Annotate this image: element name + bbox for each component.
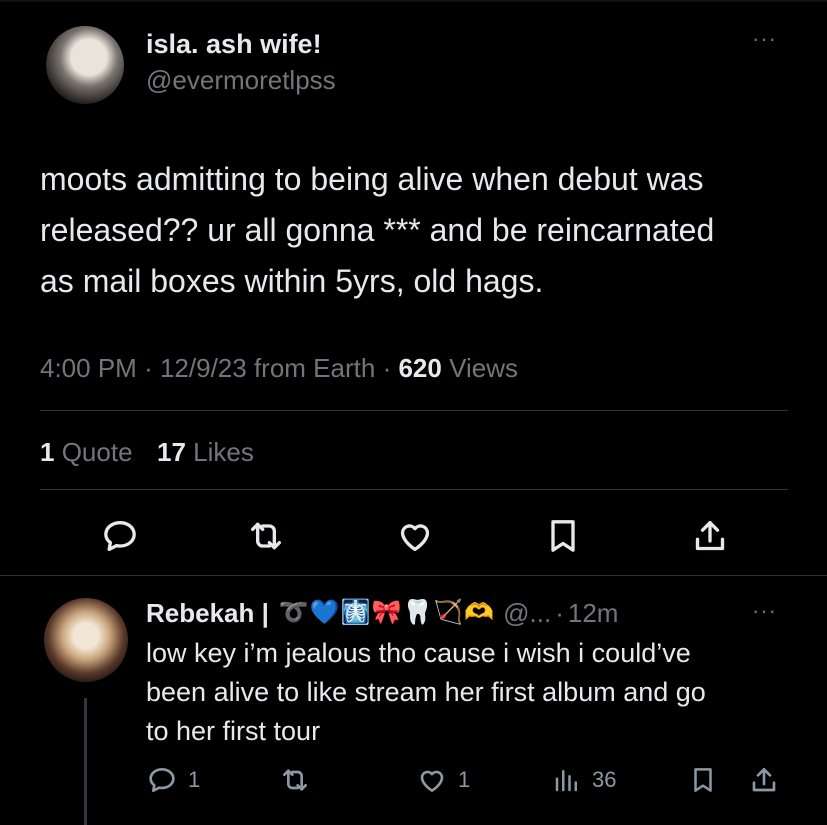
- bookmark-icon: [551, 520, 575, 552]
- views-label: Views: [449, 353, 518, 383]
- tweet-meta: 4:00 PM · 12/9/23 from Earth · 620 Views: [40, 352, 518, 384]
- emoji: 🏹: [433, 599, 464, 626]
- reply-more-options-icon[interactable]: ···: [752, 598, 777, 624]
- tweet-source: from Earth: [253, 353, 376, 383]
- engagement-stats: 1 Quote 17 Likes: [40, 436, 254, 468]
- divider: [40, 489, 788, 490]
- quotes-count: 1: [40, 437, 55, 467]
- bookmark-icon: [694, 768, 712, 792]
- emoji: 💙: [309, 599, 340, 626]
- reply-retweet-button[interactable]: [278, 762, 312, 798]
- heart-icon: [420, 770, 444, 792]
- quotes-stat[interactable]: 1 Quote: [40, 437, 140, 467]
- quotes-label: Quote: [61, 437, 133, 467]
- views-bar-chart-icon: [555, 770, 577, 792]
- reply-likes-count: 1: [458, 767, 471, 792]
- like-button[interactable]: [393, 514, 437, 558]
- reply-bookmark-button[interactable]: [688, 762, 718, 798]
- heart-icon: [400, 524, 430, 551]
- top-border: [0, 0, 827, 2]
- share-icon: [695, 521, 725, 551]
- reply-replies-count: 1: [188, 767, 201, 792]
- tweet-text: moots admitting to being alive when debu…: [40, 154, 800, 307]
- author-handle[interactable]: @evermoretlpss: [146, 64, 336, 96]
- meta-separator: ·: [144, 353, 153, 383]
- reply-display-name[interactable]: Rebekah |: [146, 597, 269, 629]
- reply-text-line: low key i’m jealous tho cause i wish i c…: [146, 638, 691, 668]
- author-display-name[interactable]: isla. ash wife!: [146, 28, 322, 60]
- divider: [40, 410, 788, 411]
- reply-like-button[interactable]: 1: [416, 762, 470, 798]
- reply-time[interactable]: 12m: [568, 597, 619, 629]
- reply-header: Rebekah | ➰💙🩻🎀🦷🏹🫶 @... · 12m: [146, 596, 618, 630]
- divider: [0, 575, 827, 576]
- tweet-date[interactable]: 12/9/23: [160, 353, 247, 383]
- reply-author-avatar[interactable]: [44, 598, 128, 682]
- emoji: 🩻: [340, 599, 371, 626]
- reply-text-line: to her first tour: [146, 716, 321, 746]
- retweet-icon: [251, 522, 281, 550]
- reply-bubble-icon: [149, 768, 175, 792]
- reply-reply-button[interactable]: 1: [146, 762, 200, 798]
- thread-line: [84, 698, 87, 825]
- emoji: 🦷: [402, 599, 433, 626]
- emoji: 🫶: [464, 599, 495, 626]
- share-icon: [752, 768, 776, 792]
- tweet-time[interactable]: 4:00 PM: [40, 353, 137, 383]
- author-avatar[interactable]: [46, 26, 124, 104]
- reply-share-button[interactable]: [748, 762, 780, 798]
- emoji: ➰: [278, 599, 309, 626]
- tweet-text-line: moots admitting to being alive when debu…: [40, 161, 704, 197]
- likes-stat[interactable]: 17 Likes: [157, 437, 254, 467]
- reply-text: low key i’m jealous tho cause i wish i c…: [146, 634, 806, 751]
- share-button[interactable]: [688, 514, 732, 558]
- emoji: 🎀: [371, 599, 402, 626]
- tweet-text-line: released?? ur all gonna *** and be reinc…: [40, 212, 715, 248]
- more-options-icon[interactable]: ···: [752, 26, 777, 52]
- tweet-text-line: as mail boxes within 5yrs, old hags.: [40, 263, 544, 299]
- meta-separator: ·: [382, 353, 392, 383]
- reply-views-count: 36: [592, 767, 617, 792]
- reply-bubble-icon: [104, 521, 136, 551]
- bookmark-button[interactable]: [541, 514, 585, 558]
- views-count: 620: [398, 353, 442, 383]
- reply-handle[interactable]: @...: [503, 597, 551, 629]
- likes-count: 17: [157, 437, 186, 467]
- reply-button[interactable]: [98, 514, 142, 558]
- likes-label: Likes: [193, 437, 254, 467]
- reply-text-line: been alive to like stream her first albu…: [146, 677, 706, 707]
- retweet-button[interactable]: [244, 514, 288, 558]
- reply-views-button[interactable]: 36: [552, 762, 616, 798]
- retweet-icon: [283, 769, 307, 791]
- meta-separator: ·: [555, 598, 564, 628]
- reply-name-emojis: ➰💙🩻🎀🦷🏹🫶: [279, 599, 495, 627]
